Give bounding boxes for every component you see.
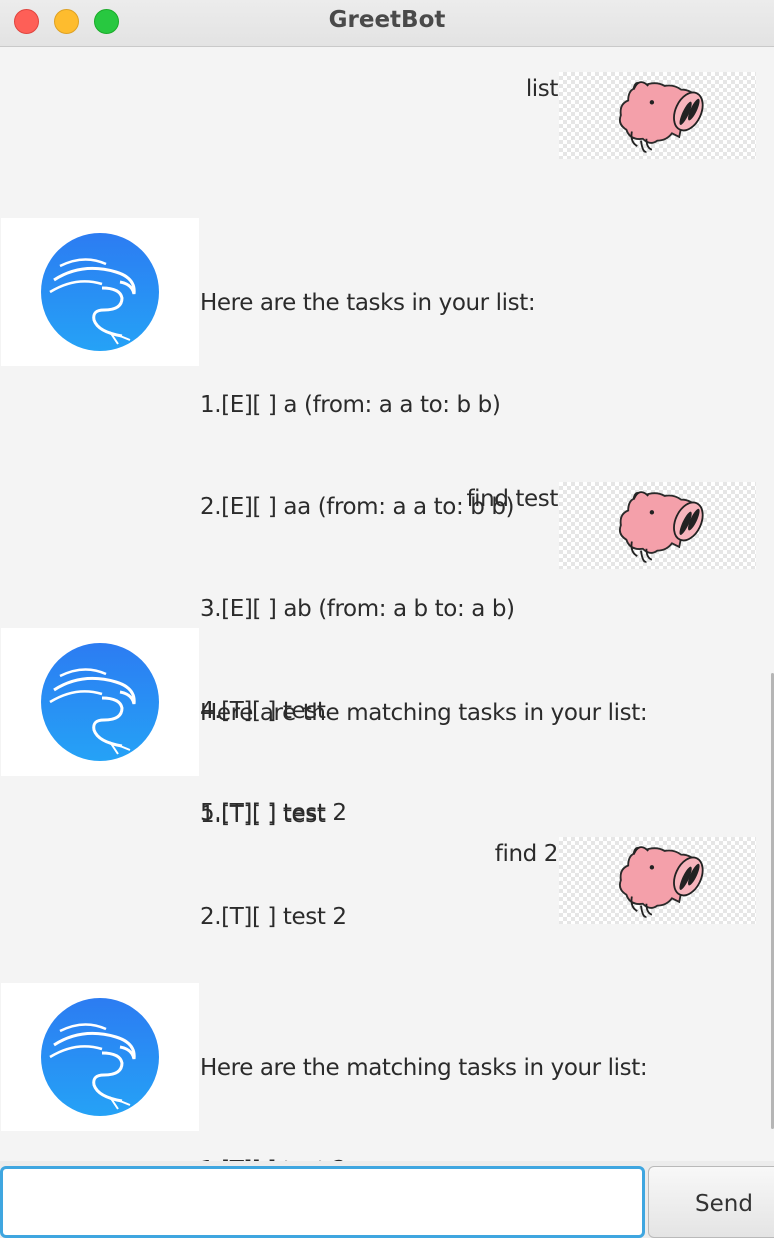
message-text: find test [466,486,558,512]
pig-icon [611,840,711,922]
pig-avatar [559,482,756,569]
message-line: 3.[E][ ] ab (from: a b to: a b) [200,596,515,622]
message-text: find 2 [494,841,559,867]
pig-icon [611,75,711,157]
message-line: Here are the matching tasks in your list… [200,1055,648,1081]
pig-icon [611,485,711,567]
dragon-avatar [1,983,199,1131]
message-text: Here are the matching tasks in your list… [200,983,648,1161]
chat-area[interactable]: list Here are the tasks in your list: 1.… [0,47,770,1161]
pig-avatar [559,72,756,159]
window-title: GreetBot [328,7,446,33]
message-line: Here are the matching tasks in your list… [200,700,648,726]
dragon-icon [40,997,160,1117]
input-row: Send [0,1161,774,1238]
message-line: 1.[T][ ] test [200,802,326,828]
pig-avatar [559,837,756,924]
dragon-avatar [1,628,199,776]
vertical-scrollbar[interactable] [770,47,774,1161]
message-text: Here are the matching tasks in your list… [200,628,648,1002]
dragon-avatar [1,218,199,366]
message-line: 1.[E][ ] a (from: a a to: b b) [200,392,501,418]
message-text: list [525,76,559,102]
message-line: Here are the tasks in your list: [200,290,536,316]
message-input[interactable] [0,1166,645,1238]
dragon-icon [40,642,160,762]
message-line: 1.[T][ ] test 2 [200,1153,647,1161]
send-button[interactable]: Send [648,1166,774,1238]
dragon-icon [40,232,160,352]
title-bar: GreetBot [0,0,774,47]
